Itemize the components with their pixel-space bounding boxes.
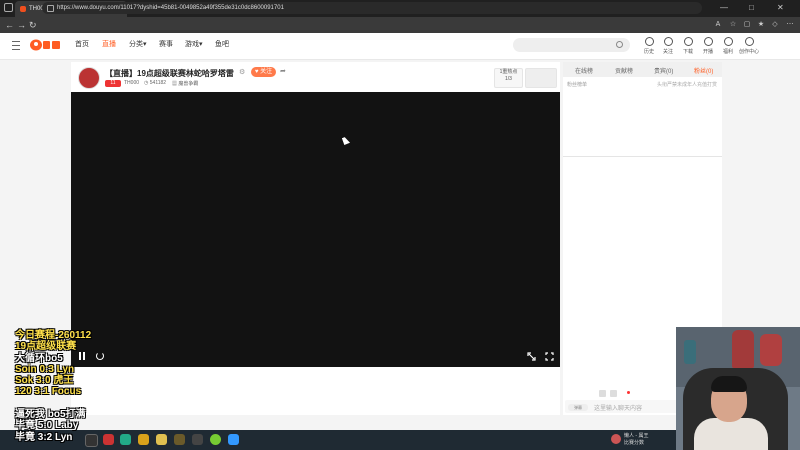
lock-icon (47, 5, 54, 12)
emoji-icon[interactable] (599, 390, 606, 397)
overlay-line: 今日赛程-260112 (15, 330, 92, 341)
extensions-icon[interactable]: ◇ (769, 19, 781, 31)
tab-fans[interactable]: 粉丝(0) (694, 66, 713, 75)
overlay-line: Soin 0:3 Lyn (15, 363, 75, 375)
favorites-icon[interactable]: ★ (755, 19, 767, 31)
video-player[interactable] (71, 92, 560, 367)
heart-icon (663, 37, 673, 46)
webcam-streamer-body (694, 418, 768, 450)
nav-fishbar[interactable]: 鱼吧 (215, 39, 229, 51)
reload-button[interactable]: ↻ (29, 17, 37, 33)
streamer-avatar[interactable] (78, 67, 100, 89)
url-text: https://www.douyu.com/11017?dyshid=45b81… (57, 5, 284, 11)
refresh-icon[interactable] (96, 352, 104, 360)
overlay-line: 120 3:1 Focus (15, 386, 82, 398)
overlay-line (15, 398, 91, 409)
overlay-line: 毕竟 5:0 Laby (15, 420, 79, 432)
go-live-button[interactable]: 开播 (697, 37, 719, 55)
forward-button[interactable]: → (17, 17, 26, 33)
tab-actions-icon[interactable] (4, 3, 13, 12)
close-window-button[interactable]: ✕ (777, 2, 784, 14)
notification-avatar-icon (611, 434, 621, 444)
webcam-figurine (684, 340, 696, 364)
more-menu-icon[interactable]: ⋯ (784, 19, 796, 31)
taskbar-app-icon[interactable] (210, 434, 221, 445)
gift-icon (723, 37, 733, 46)
hot-ranking-count: 1/3 (505, 76, 512, 82)
webcam-figurine (760, 334, 782, 366)
taskbar-app-icon[interactable] (228, 434, 239, 445)
overlay-line: Sok 3:0 虎王 (15, 375, 74, 387)
taskbar-app-icon[interactable] (174, 434, 185, 445)
welfare-button[interactable]: 福利 (717, 37, 739, 55)
fan-badge: 11 (105, 80, 121, 87)
streamer-name[interactable]: TH000 (124, 80, 139, 86)
split-screen-icon[interactable]: ▢ (741, 19, 753, 31)
download-icon (683, 37, 693, 46)
picture-in-picture-icon[interactable] (527, 352, 536, 361)
minor-notice: 头衔严禁未成年人充值打赏 (657, 82, 718, 88)
hot-ranking-box[interactable]: 1重热点 1/3 (494, 68, 523, 88)
gift-bar (71, 367, 560, 415)
address-bar (0, 17, 800, 33)
notification-dot (627, 391, 630, 394)
panel-divider (563, 156, 722, 157)
gift-small-icon[interactable] (610, 390, 617, 397)
room-settings-icon[interactable]: ⚙ (239, 68, 245, 76)
tab-vip[interactable]: 贵宾(0) (654, 66, 673, 75)
webcam-streamer-hair (711, 376, 747, 392)
favorite-star-icon[interactable]: ☆ (727, 19, 739, 31)
webcam-figurine (732, 330, 754, 368)
activity-box[interactable] (525, 68, 557, 88)
overlay-line: 逼死我 bo5打满 (15, 409, 86, 421)
room-category[interactable]: ▦ 魔兽争霸 (172, 80, 198, 87)
hot-ranking-label: 1重热点 (499, 69, 518, 75)
nav-home[interactable]: 首页 (75, 39, 89, 51)
follow-list-button[interactable]: 关注 (657, 37, 679, 55)
download-button[interactable]: 下载 (677, 37, 699, 55)
menu-icon[interactable] (12, 41, 20, 50)
fans-list-label: 粉丝榜单 (567, 82, 588, 88)
back-button[interactable]: ← (5, 17, 14, 33)
history-icon (644, 37, 654, 46)
douyu-favicon-icon (20, 6, 26, 12)
read-aloud-icon[interactable]: A (712, 19, 724, 31)
overlay-line: 大循环bo5 (15, 352, 63, 364)
douyu-logo[interactable] (29, 38, 61, 52)
follow-button[interactable]: ♥ 关注 (251, 67, 276, 77)
taskbar-app-icon[interactable] (156, 434, 167, 445)
schedule-overlay: 今日赛程-260112 19点超级联赛 大循环bo5 Soin 0:3 Lyn … (15, 330, 91, 443)
creator-center-button[interactable]: 创作中心 (737, 37, 761, 55)
minimize-button[interactable]: — (720, 2, 728, 14)
tab-contribution-rank[interactable]: 贡献榜 (615, 66, 633, 75)
fullscreen-icon[interactable] (545, 352, 554, 361)
taskbar-notification[interactable]: 懒人 - 属王 比赛分数 (611, 432, 671, 448)
chat-placeholder: 这里输入聊天内容 (594, 406, 643, 412)
room-title: 【直播】19点超级联赛林蛇哈罗塔雷 (105, 69, 234, 78)
creator-icon (744, 37, 754, 46)
nav-category[interactable]: 分类▾ (129, 39, 147, 51)
url-input[interactable]: https://www.douyu.com/11017?dyshid=45b81… (42, 2, 702, 14)
share-icon[interactable]: ➦ (280, 67, 286, 75)
taskbar-app-icon[interactable] (192, 434, 203, 445)
search-input[interactable] (513, 38, 630, 52)
nav-games[interactable]: 游戏▾ (185, 39, 203, 51)
nav-live[interactable]: 直播 (102, 39, 116, 51)
nav-events[interactable]: 赛事 (159, 39, 173, 51)
taskbar-app-icon[interactable] (120, 434, 131, 445)
search-icon[interactable] (616, 41, 623, 48)
tab-online-rank[interactable]: 在线榜 (575, 66, 593, 75)
taskbar-app-icon[interactable] (103, 434, 114, 445)
taskbar-app-icon[interactable] (138, 434, 149, 445)
notification-text: 懒人 - 属王 比赛分数 (624, 433, 649, 446)
viewer-count: ◷ 541182 (144, 80, 167, 86)
overlay-line: 19点超级联赛 (15, 341, 77, 353)
broadcast-icon (703, 37, 713, 46)
overlay-line: 毕竟 3:2 Lyn (15, 431, 73, 443)
maximize-button[interactable]: □ (749, 2, 754, 14)
danmu-toggle-button[interactable]: 弹幕 (568, 404, 588, 411)
